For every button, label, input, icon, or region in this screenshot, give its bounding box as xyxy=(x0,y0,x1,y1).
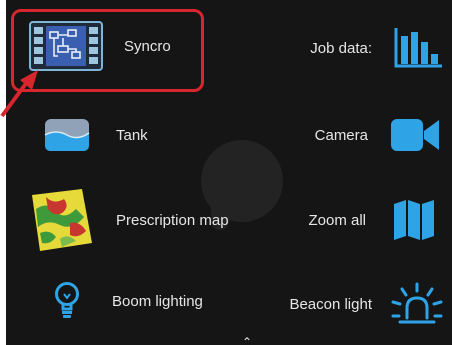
menu-item-label: Job data: xyxy=(310,39,372,57)
menu-item-job-data[interactable]: Job data: xyxy=(310,28,442,68)
video-camera-icon xyxy=(391,119,439,151)
arrow-icon xyxy=(0,70,38,118)
menu-item-label: Zoom all xyxy=(308,211,366,229)
bar-chart-icon xyxy=(394,28,442,68)
menu-item-prescription-map[interactable]: Prescription map xyxy=(26,187,229,253)
prescription-map-icon xyxy=(32,189,92,251)
menu-item-label: Beacon light xyxy=(289,295,372,313)
menu-item-label: Boom lighting xyxy=(112,292,203,310)
menu-item-boom-lighting[interactable]: Boom lighting xyxy=(54,282,203,320)
menu-item-label: Camera xyxy=(314,126,368,144)
menu-item-label: Tank xyxy=(116,126,148,144)
map-icon xyxy=(394,200,434,240)
beacon-light-icon xyxy=(391,282,443,324)
menu-item-camera[interactable]: Camera xyxy=(315,116,440,154)
menu-item-label: Prescription map xyxy=(116,211,229,229)
light-bulb-icon xyxy=(55,282,79,318)
menu-item-tank[interactable]: Tank xyxy=(44,118,148,152)
menu-item-beacon-light[interactable]: Beacon light xyxy=(289,282,444,326)
menu-item-zoom-all[interactable]: Zoom all xyxy=(308,198,436,242)
tank-icon xyxy=(44,119,90,151)
chevron-up-icon[interactable]: ⌃ xyxy=(242,335,252,345)
